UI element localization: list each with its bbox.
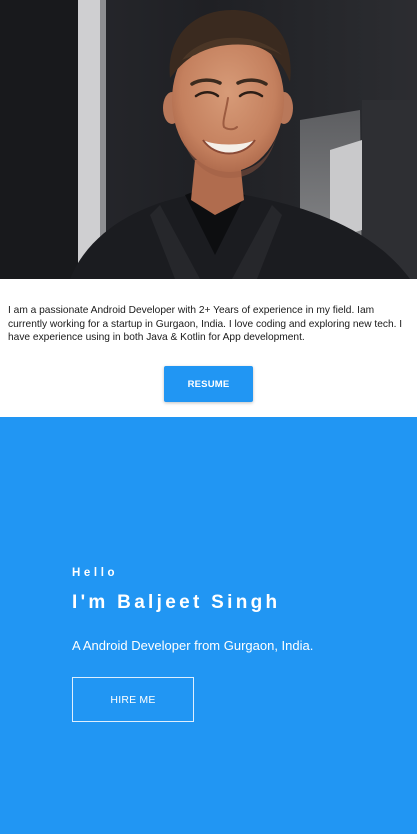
portrait-illustration bbox=[0, 0, 417, 279]
intro-tagline: A Android Developer from Gurgaon, India. bbox=[72, 638, 314, 653]
resume-button[interactable]: RESUME bbox=[164, 366, 253, 402]
profile-photo bbox=[0, 0, 417, 279]
hire-me-button[interactable]: HIRE ME bbox=[72, 677, 194, 722]
intro-section: Hello I'm Baljeet Singh A Android Develo… bbox=[0, 417, 417, 834]
intro-name: I'm Baljeet Singh bbox=[72, 592, 281, 613]
intro-greeting: Hello bbox=[72, 567, 119, 579]
about-text: I am a passionate Android Developer with… bbox=[8, 305, 403, 343]
portfolio-page: I am a passionate Android Developer with… bbox=[0, 0, 417, 834]
